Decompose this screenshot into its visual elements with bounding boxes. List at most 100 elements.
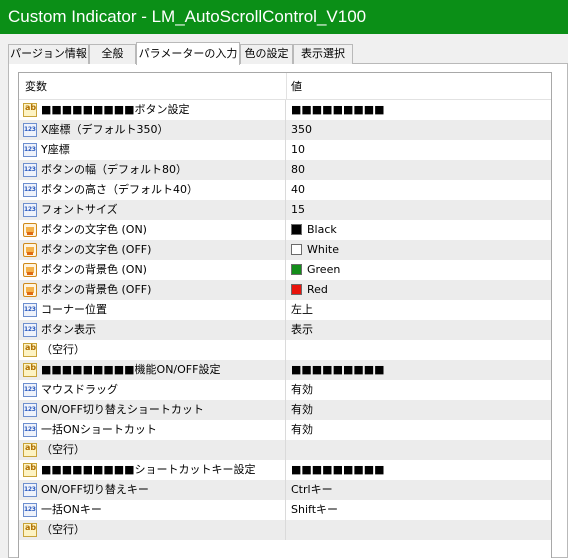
value-cell[interactable]: Shiftキー bbox=[287, 500, 551, 520]
variable-cell[interactable]: ボタンの文字色 (OFF) bbox=[19, 240, 286, 260]
variable-cell[interactable]: マウスドラッグ bbox=[19, 380, 286, 400]
value-cell[interactable]: 有効 bbox=[287, 420, 551, 440]
variable-name: 一括ONショートカット bbox=[41, 423, 157, 436]
variable-cell[interactable]: ボタンの幅（デフォルト80） bbox=[19, 160, 286, 180]
tab-parameter-input[interactable]: パラメーターの入力 bbox=[136, 42, 240, 65]
variable-cell[interactable]: ■■■■■■■■■ショートカットキー設定 bbox=[19, 460, 286, 480]
table-row[interactable]: フォントサイズ 15 bbox=[19, 200, 551, 220]
table-row[interactable]: ボタンの文字色 (ON) Black bbox=[19, 220, 551, 240]
value-cell[interactable] bbox=[287, 340, 551, 360]
value-cell[interactable]: 80 bbox=[287, 160, 551, 180]
table-row[interactable]: ON/OFF切り替えショートカット 有効 bbox=[19, 400, 551, 420]
table-row[interactable]: ボタン表示 表示 bbox=[19, 320, 551, 340]
table-row[interactable]: （空行） bbox=[19, 440, 551, 460]
table-row[interactable]: マウスドラッグ 有効 bbox=[19, 380, 551, 400]
parameter-value: White bbox=[307, 243, 339, 256]
number-type-icon bbox=[23, 423, 37, 437]
color-type-icon bbox=[23, 283, 37, 297]
variable-name: ボタンの背景色 (OFF) bbox=[41, 283, 152, 296]
tab-color-settings[interactable]: 色の設定 bbox=[240, 44, 293, 64]
color-type-icon bbox=[23, 223, 37, 237]
value-cell[interactable]: 有効 bbox=[287, 380, 551, 400]
table-row[interactable]: X座標（デフォルト350） 350 bbox=[19, 120, 551, 140]
value-cell[interactable]: 有効 bbox=[287, 400, 551, 420]
table-row[interactable]: （空行） bbox=[19, 520, 551, 540]
variable-name: ボタンの文字色 (ON) bbox=[41, 223, 147, 236]
value-cell[interactable]: ■■■■■■■■■ bbox=[287, 100, 551, 120]
tab-general[interactable]: 全般 bbox=[89, 44, 136, 64]
value-cell[interactable]: Ctrlキー bbox=[287, 480, 551, 500]
variable-cell[interactable]: ボタンの文字色 (ON) bbox=[19, 220, 286, 240]
column-divider[interactable] bbox=[286, 73, 287, 99]
variable-name: ボタン表示 bbox=[41, 323, 96, 336]
variable-name: ボタンの幅（デフォルト80） bbox=[41, 163, 187, 176]
variable-cell[interactable]: X座標（デフォルト350） bbox=[19, 120, 286, 140]
table-row[interactable]: コーナー位置 左上 bbox=[19, 300, 551, 320]
parameter-value: ■■■■■■■■■ bbox=[291, 103, 385, 116]
table-row[interactable]: ボタンの文字色 (OFF) White bbox=[19, 240, 551, 260]
variable-cell[interactable]: ボタンの高さ（デフォルト40） bbox=[19, 180, 286, 200]
tab-display-selection[interactable]: 表示選択 bbox=[293, 44, 353, 64]
number-type-icon bbox=[23, 163, 37, 177]
string-type-icon bbox=[23, 103, 37, 117]
grid-rows: ■■■■■■■■■ボタン設定 ■■■■■■■■■ X座標（デフォルト350） 350 Y… bbox=[19, 100, 551, 540]
value-cell[interactable]: Black bbox=[287, 220, 551, 240]
table-row[interactable]: ■■■■■■■■■ボタン設定 ■■■■■■■■■ bbox=[19, 100, 551, 120]
parameter-value: 40 bbox=[291, 183, 305, 196]
table-row[interactable]: ON/OFF切り替えキー Ctrlキー bbox=[19, 480, 551, 500]
value-cell[interactable]: Red bbox=[287, 280, 551, 300]
value-cell[interactable]: 15 bbox=[287, 200, 551, 220]
value-cell[interactable]: White bbox=[287, 240, 551, 260]
table-row[interactable]: ■■■■■■■■■機能ON/OFF設定 ■■■■■■■■■ bbox=[19, 360, 551, 380]
value-cell[interactable]: ■■■■■■■■■ bbox=[287, 360, 551, 380]
parameter-value: Shiftキー bbox=[291, 503, 339, 516]
parameter-value: ■■■■■■■■■ bbox=[291, 463, 385, 476]
variable-cell[interactable]: （空行） bbox=[19, 440, 286, 460]
string-type-icon bbox=[23, 343, 37, 357]
value-cell[interactable]: 350 bbox=[287, 120, 551, 140]
variable-name: ON/OFF切り替えショートカット bbox=[41, 403, 204, 416]
variable-name: ■■■■■■■■■機能ON/OFF設定 bbox=[41, 363, 221, 376]
tab-version-info[interactable]: パージョン情報 bbox=[8, 44, 89, 64]
variable-cell[interactable]: （空行） bbox=[19, 520, 286, 540]
variable-cell[interactable]: ボタンの背景色 (OFF) bbox=[19, 280, 286, 300]
value-cell[interactable]: 表示 bbox=[287, 320, 551, 340]
value-cell[interactable]: 10 bbox=[287, 140, 551, 160]
table-row[interactable]: ボタンの高さ（デフォルト40） 40 bbox=[19, 180, 551, 200]
table-row[interactable]: 一括ONキー Shiftキー bbox=[19, 500, 551, 520]
table-row[interactable]: Y座標 10 bbox=[19, 140, 551, 160]
variable-column-header[interactable]: 変数 bbox=[25, 73, 47, 99]
variable-cell[interactable]: ON/OFF切り替えショートカット bbox=[19, 400, 286, 420]
table-row[interactable]: ■■■■■■■■■ショートカットキー設定 ■■■■■■■■■ bbox=[19, 460, 551, 480]
table-row[interactable]: 一括ONショートカット 有効 bbox=[19, 420, 551, 440]
value-cell[interactable]: 左上 bbox=[287, 300, 551, 320]
variable-name: マウスドラッグ bbox=[41, 383, 118, 396]
table-row[interactable]: ボタンの背景色 (OFF) Red bbox=[19, 280, 551, 300]
table-row[interactable]: ボタンの幅（デフォルト80） 80 bbox=[19, 160, 551, 180]
table-row[interactable]: （空行） bbox=[19, 340, 551, 360]
value-cell[interactable]: Green bbox=[287, 260, 551, 280]
value-column-header[interactable]: 値 bbox=[291, 73, 302, 99]
parameter-value: 有効 bbox=[291, 403, 313, 416]
variable-cell[interactable]: ボタン表示 bbox=[19, 320, 286, 340]
variable-cell[interactable]: フォントサイズ bbox=[19, 200, 286, 220]
color-type-icon bbox=[23, 243, 37, 257]
variable-cell[interactable]: 一括ONショートカット bbox=[19, 420, 286, 440]
value-cell[interactable] bbox=[287, 520, 551, 540]
variable-cell[interactable]: （空行） bbox=[19, 340, 286, 360]
variable-cell[interactable]: 一括ONキー bbox=[19, 500, 286, 520]
variable-cell[interactable]: ボタンの背景色 (ON) bbox=[19, 260, 286, 280]
value-cell[interactable]: 40 bbox=[287, 180, 551, 200]
color-swatch bbox=[291, 244, 302, 255]
variable-cell[interactable]: ■■■■■■■■■機能ON/OFF設定 bbox=[19, 360, 286, 380]
variable-cell[interactable]: コーナー位置 bbox=[19, 300, 286, 320]
parameter-value: 15 bbox=[291, 203, 305, 216]
table-row[interactable]: ボタンの背景色 (ON) Green bbox=[19, 260, 551, 280]
variable-cell[interactable]: Y座標 bbox=[19, 140, 286, 160]
variable-name: ボタンの高さ（デフォルト40） bbox=[41, 183, 198, 196]
variable-name: フォントサイズ bbox=[41, 203, 118, 216]
variable-cell[interactable]: ■■■■■■■■■ボタン設定 bbox=[19, 100, 286, 120]
value-cell[interactable]: ■■■■■■■■■ bbox=[287, 460, 551, 480]
value-cell[interactable] bbox=[287, 440, 551, 460]
variable-cell[interactable]: ON/OFF切り替えキー bbox=[19, 480, 286, 500]
